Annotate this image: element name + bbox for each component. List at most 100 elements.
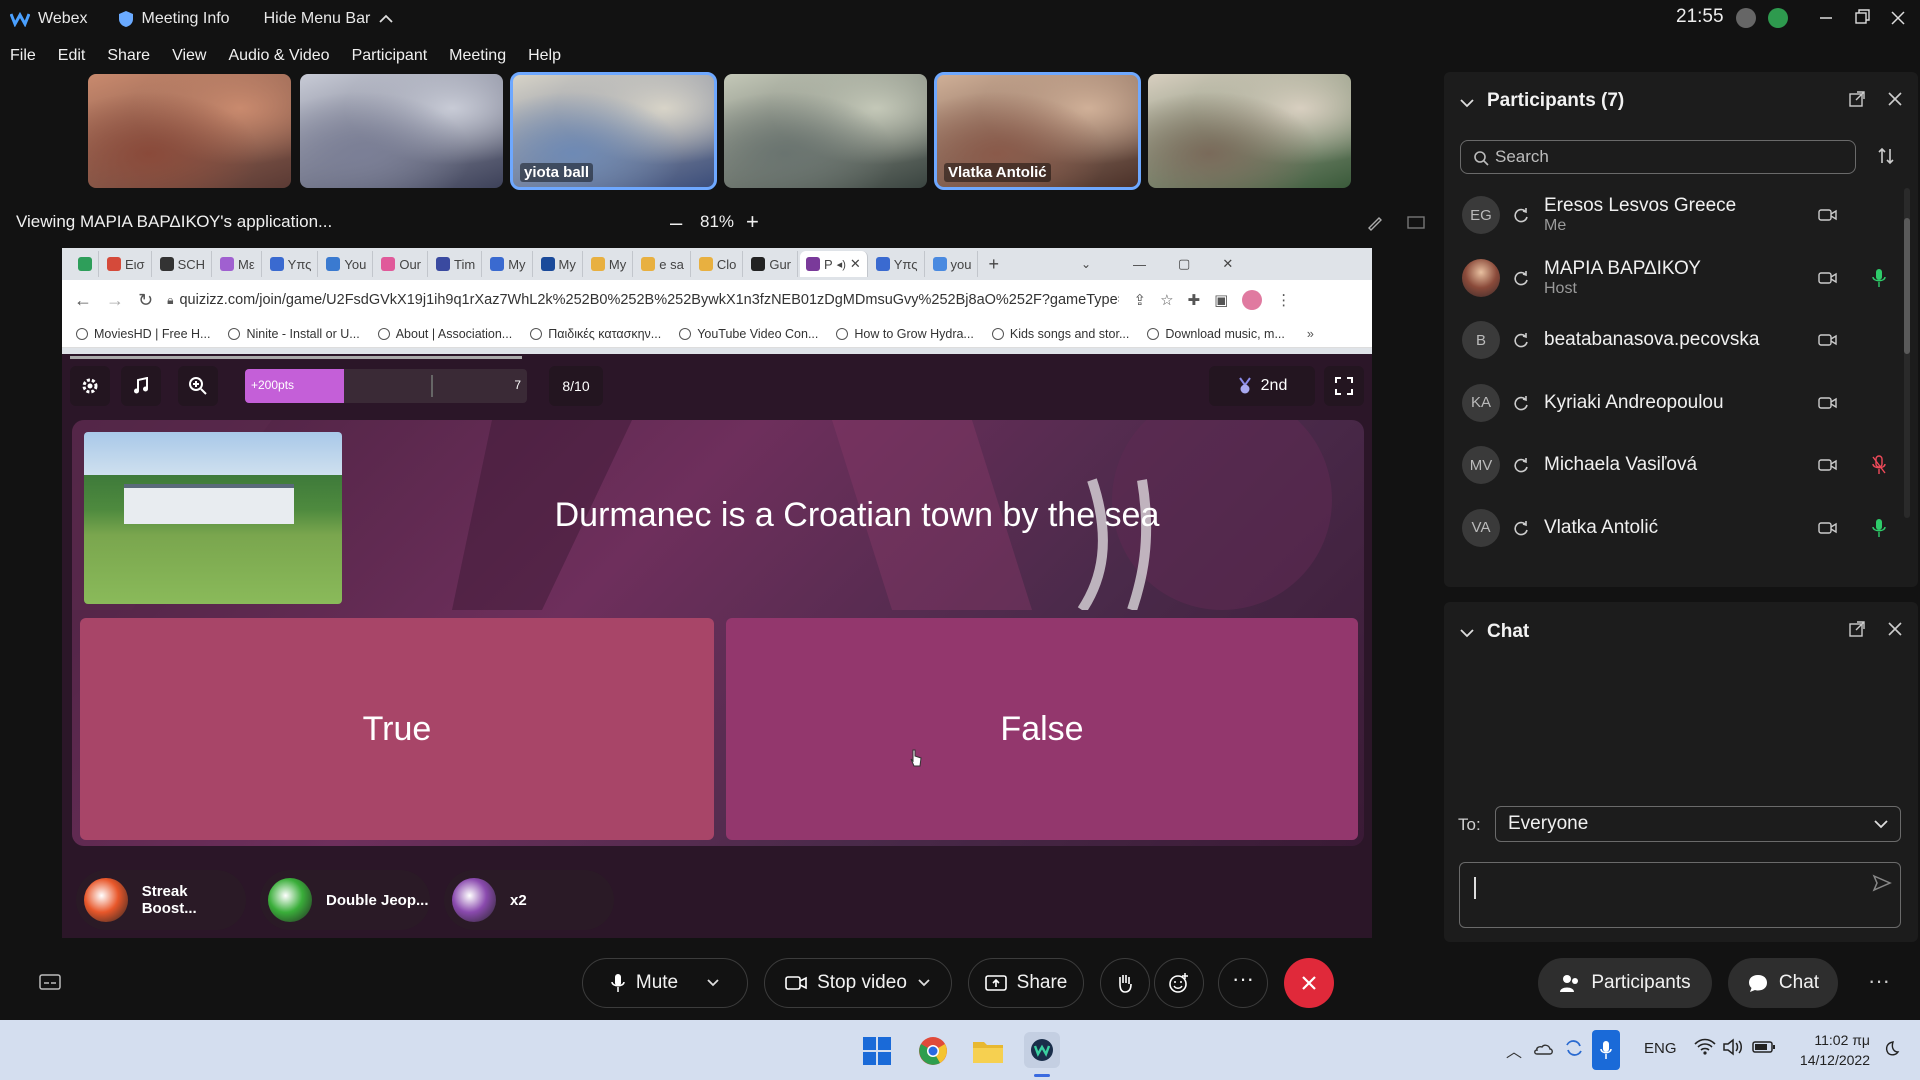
browser-tab[interactable]: Εισ xyxy=(101,251,152,277)
participant-row[interactable]: Bbeatabanasova.pecovska xyxy=(1462,309,1902,371)
new-tab-button[interactable]: + xyxy=(988,254,999,275)
settings-button[interactable] xyxy=(70,366,110,406)
menu-audio-video[interactable]: Audio & Video xyxy=(228,47,329,65)
browser-tab[interactable]: Υπς xyxy=(264,251,319,277)
bookmark-item[interactable]: Ninite - Install or U... xyxy=(228,327,360,341)
browser-menu-icon[interactable]: ⋮ xyxy=(1276,291,1291,309)
file-explorer-icon[interactable] xyxy=(972,1038,1004,1064)
browser-tab[interactable]: Tim xyxy=(430,251,483,277)
browser-minimize-icon[interactable]: — xyxy=(1133,257,1146,272)
sidepanel-icon[interactable]: ▣ xyxy=(1214,291,1228,309)
participant-row[interactable]: EG Eresos Lesvos Greece Me xyxy=(1462,184,1902,246)
sort-icon[interactable] xyxy=(1876,146,1896,166)
bookmark-item[interactable]: Παιδικές κατασκην... xyxy=(530,327,661,341)
browser-tab[interactable]: Clo xyxy=(693,251,744,277)
onedrive-icon[interactable] xyxy=(1532,1040,1554,1056)
star-icon[interactable]: ☆ xyxy=(1160,291,1173,309)
chat-toggle-button[interactable]: Chat xyxy=(1728,958,1838,1008)
video-options-chevron-icon[interactable] xyxy=(917,978,931,988)
share-window-icon[interactable] xyxy=(1406,214,1426,232)
leave-meeting-button[interactable] xyxy=(1284,958,1334,1008)
participant-row[interactable]: MV Michaela Vasiľová xyxy=(1462,434,1902,496)
video-camera-icon[interactable] xyxy=(1818,332,1838,348)
participant-row[interactable]: VA Vlatka Antolić xyxy=(1462,497,1902,559)
sync-icon[interactable] xyxy=(1564,1038,1584,1058)
video-camera-icon[interactable] xyxy=(1818,395,1838,411)
bookmark-item[interactable]: YouTube Video Con... xyxy=(679,327,818,341)
video-camera-icon[interactable] xyxy=(1818,520,1838,536)
powerup-button[interactable]: Double Jeop... xyxy=(260,870,430,930)
powerup-button[interactable]: Streak Boost... xyxy=(76,870,246,930)
bookmark-item[interactable]: About | Association... xyxy=(377,327,512,341)
menu-meeting[interactable]: Meeting xyxy=(449,47,506,65)
meeting-info-button[interactable]: Meeting Info xyxy=(118,10,230,28)
tab-search-icon[interactable]: ⌄ xyxy=(1081,257,1091,271)
browser-tab[interactable]: you xyxy=(927,251,979,277)
notifications-icon[interactable] xyxy=(1882,1040,1900,1058)
connection-icon[interactable] xyxy=(1736,8,1756,28)
browser-tab[interactable]: Υπς xyxy=(870,251,925,277)
captions-icon[interactable] xyxy=(38,972,62,992)
video-thumbnail[interactable] xyxy=(1148,74,1351,188)
taskbar-clock[interactable]: 11:02 πμ 14/12/2022 xyxy=(1790,1030,1870,1070)
audio-playing-icon[interactable]: ◂) xyxy=(837,258,846,271)
extensions-icon[interactable]: ✚ xyxy=(1188,291,1201,309)
bookmark-item[interactable]: How to Grow Hydra... xyxy=(836,327,974,341)
reactions-button[interactable] xyxy=(1154,958,1204,1008)
powerup-button[interactable]: x2 xyxy=(444,870,614,930)
zoom-out-button[interactable]: – xyxy=(670,210,682,236)
annotate-icon[interactable] xyxy=(1366,214,1384,232)
participant-search-input[interactable]: Search xyxy=(1460,140,1856,174)
zoom-button[interactable] xyxy=(178,366,218,406)
minimize-icon[interactable] xyxy=(1808,0,1844,36)
chat-message-input[interactable] xyxy=(1459,862,1901,928)
mic-in-use-indicator[interactable] xyxy=(1592,1030,1620,1070)
chevron-down-icon[interactable] xyxy=(1458,94,1476,112)
browser-tab[interactable]: SCH xyxy=(154,251,213,277)
menu-participant[interactable]: Participant xyxy=(352,47,428,65)
stop-video-button[interactable]: Stop video xyxy=(764,958,952,1008)
browser-tab[interactable]: P ◂) ✕ xyxy=(800,251,868,277)
video-thumbnail[interactable]: Vlatka Antolić xyxy=(934,72,1141,190)
browser-tab[interactable]: Our xyxy=(375,251,429,277)
mute-options-chevron-icon[interactable] xyxy=(706,978,720,988)
close-icon[interactable] xyxy=(1880,0,1916,36)
chat-chevron-down-icon[interactable] xyxy=(1458,624,1476,642)
volume-icon[interactable] xyxy=(1722,1038,1744,1056)
chat-close-icon[interactable] xyxy=(1886,620,1904,638)
participant-row[interactable]: ΜΑΡΙΑ ΒΑΡΔΙΚΟΥ Host xyxy=(1462,247,1902,309)
menu-help[interactable]: Help xyxy=(528,47,561,65)
video-camera-icon[interactable] xyxy=(1818,270,1838,286)
bookmark-item[interactable]: Download music, m... xyxy=(1147,327,1285,341)
bookmark-item[interactable]: MoviesHD | Free H... xyxy=(76,327,210,341)
browser-close-icon[interactable]: ✕ xyxy=(1222,256,1233,272)
webex-taskbar-button[interactable] xyxy=(1024,1032,1060,1068)
wifi-icon[interactable] xyxy=(1694,1038,1716,1056)
menu-file[interactable]: File xyxy=(10,47,36,65)
share-page-icon[interactable]: ⇪ xyxy=(1133,291,1146,309)
browser-tab[interactable] xyxy=(72,251,99,277)
video-thumbnail[interactable] xyxy=(724,74,927,188)
video-camera-icon[interactable] xyxy=(1818,457,1838,473)
menu-view[interactable]: View xyxy=(172,47,206,65)
answer-true-button[interactable]: True xyxy=(80,618,714,840)
show-hidden-icons[interactable]: ︿ xyxy=(1506,1038,1522,1062)
url-field[interactable]: quizizz.com/join/game/U2FsdGVkX19j1ih9q1… xyxy=(179,292,1119,308)
panel-more-button[interactable]: ··· xyxy=(1868,968,1890,994)
more-options-button[interactable]: ··· xyxy=(1218,958,1268,1008)
network-health-icon[interactable] xyxy=(1768,8,1788,28)
participant-row[interactable]: KA Kyriaki Andreopoulou xyxy=(1462,372,1902,434)
chrome-icon[interactable] xyxy=(918,1036,948,1066)
participant-scrollbar[interactable] xyxy=(1904,188,1910,518)
participants-toggle-button[interactable]: Participants xyxy=(1538,958,1712,1008)
menu-edit[interactable]: Edit xyxy=(58,47,86,65)
video-thumbnail[interactable] xyxy=(88,74,291,188)
scrollbar-thumb[interactable] xyxy=(1904,218,1910,354)
share-button[interactable]: Share xyxy=(968,958,1084,1008)
mute-button[interactable]: Mute xyxy=(582,958,748,1008)
browser-tab[interactable]: Gur xyxy=(745,251,798,277)
video-thumbnail[interactable] xyxy=(300,74,503,188)
bookmark-item[interactable]: Kids songs and stor... xyxy=(991,327,1129,341)
reload-icon[interactable]: ↻ xyxy=(138,290,153,311)
video-camera-icon[interactable] xyxy=(1818,207,1838,223)
